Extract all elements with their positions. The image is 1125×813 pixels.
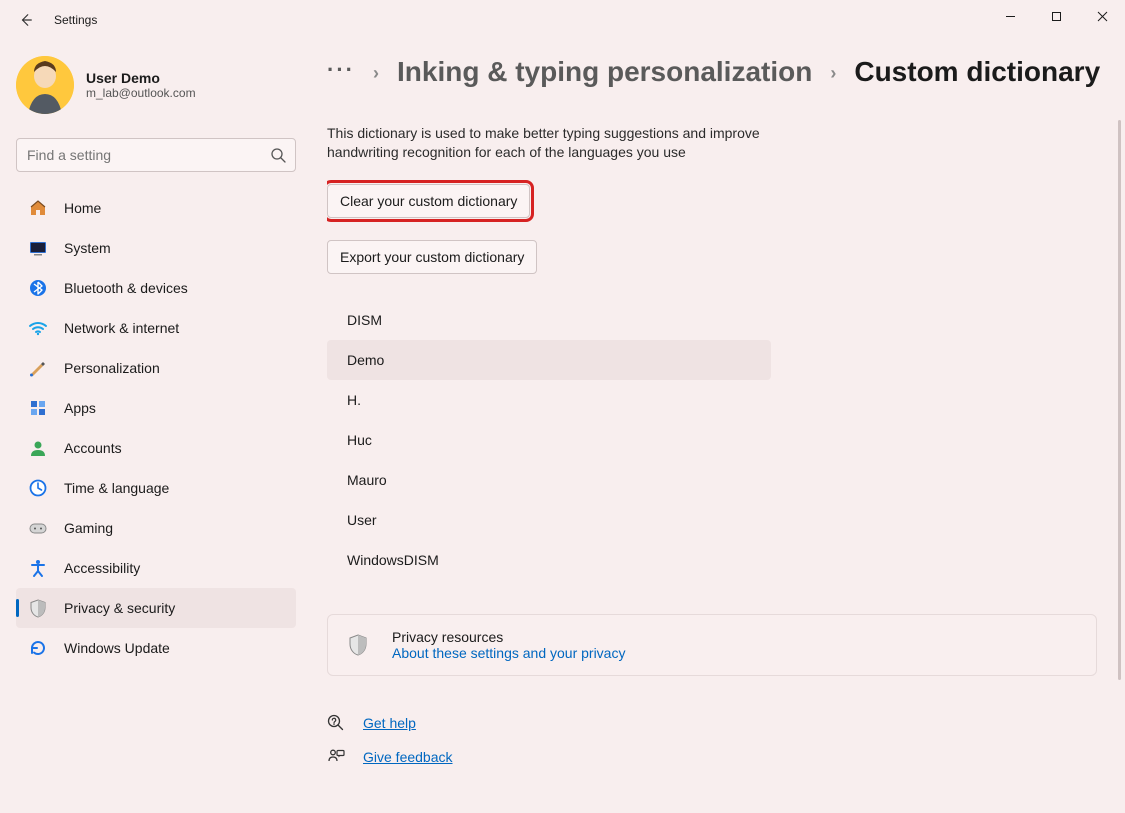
update-icon	[28, 638, 48, 658]
sidebar-item-home[interactable]: Home	[16, 188, 296, 228]
time-icon	[28, 478, 48, 498]
user-name: User Demo	[86, 70, 196, 86]
breadcrumb-parent[interactable]: Inking & typing personalization	[397, 56, 812, 88]
clear-dictionary-button[interactable]: Clear your custom dictionary	[327, 184, 530, 218]
page-description: This dictionary is used to make better t…	[327, 124, 767, 162]
bluetooth-icon	[28, 278, 48, 298]
system-icon	[28, 238, 48, 258]
sidebar: User Demo m_lab@outlook.com Home System Bl…	[16, 56, 296, 668]
close-button[interactable]	[1079, 0, 1125, 32]
feedback-icon	[327, 748, 345, 766]
sidebar-item-label: System	[64, 240, 111, 256]
get-help-link[interactable]: Get help	[327, 706, 1111, 740]
back-button[interactable]	[10, 4, 42, 36]
chevron-right-icon: ›	[830, 63, 836, 84]
give-feedback-link[interactable]: Give feedback	[327, 740, 1111, 774]
sidebar-item-bluetooth[interactable]: Bluetooth & devices	[16, 268, 296, 308]
sidebar-item-apps[interactable]: Apps	[16, 388, 296, 428]
give-feedback-label: Give feedback	[363, 749, 453, 765]
sidebar-item-label: Windows Update	[64, 640, 170, 656]
sidebar-item-label: Network & internet	[64, 320, 179, 336]
export-dictionary-button[interactable]: Export your custom dictionary	[327, 240, 537, 274]
chevron-right-icon: ›	[373, 63, 379, 84]
sidebar-item-label: Gaming	[64, 520, 113, 536]
sidebar-item-accessibility[interactable]: Accessibility	[16, 548, 296, 588]
sidebar-item-privacy[interactable]: Privacy & security	[16, 588, 296, 628]
page-title: Custom dictionary	[854, 56, 1100, 88]
dictionary-word[interactable]: Huc	[327, 420, 771, 460]
resources-title: Privacy resources	[392, 629, 625, 645]
sidebar-item-label: Personalization	[64, 360, 160, 376]
minimize-button[interactable]	[987, 0, 1033, 32]
avatar	[16, 56, 74, 114]
privacy-icon	[28, 598, 48, 618]
sidebar-item-accounts[interactable]: Accounts	[16, 428, 296, 468]
sidebar-item-update[interactable]: Windows Update	[16, 628, 296, 668]
network-icon	[28, 318, 48, 338]
back-arrow-icon	[19, 13, 33, 27]
dictionary-word[interactable]: Demo	[327, 340, 771, 380]
sidebar-item-label: Accessibility	[64, 560, 140, 576]
sidebar-item-personalization[interactable]: Personalization	[16, 348, 296, 388]
dictionary-word[interactable]: H.	[327, 380, 771, 420]
help-icon	[327, 714, 345, 732]
sidebar-item-system[interactable]: System	[16, 228, 296, 268]
settings-window: Settings User Demo m_lab@outlook.com	[0, 0, 1125, 813]
sidebar-item-label: Time & language	[64, 480, 169, 496]
search-icon	[270, 147, 286, 163]
shield-icon	[346, 633, 370, 657]
sidebar-item-time[interactable]: Time & language	[16, 468, 296, 508]
window-controls	[987, 0, 1125, 32]
sidebar-item-label: Apps	[64, 400, 96, 416]
scrollbar[interactable]	[1118, 120, 1121, 680]
accounts-icon	[28, 438, 48, 458]
sidebar-item-label: Privacy & security	[64, 600, 175, 616]
privacy-resources-card[interactable]: Privacy resources About these settings a…	[327, 614, 1097, 676]
breadcrumb: ··· › Inking & typing personalization › …	[327, 56, 1111, 88]
dictionary-word[interactable]: WindowsDISM	[327, 540, 771, 580]
breadcrumb-overflow[interactable]: ···	[327, 57, 355, 83]
sidebar-item-label: Home	[64, 200, 101, 216]
search-input[interactable]	[16, 138, 296, 172]
sidebar-item-gaming[interactable]: Gaming	[16, 508, 296, 548]
maximize-button[interactable]	[1033, 0, 1079, 32]
user-email: m_lab@outlook.com	[86, 86, 196, 100]
footer-links: Get help Give feedback	[327, 706, 1111, 774]
app-title: Settings	[54, 13, 97, 27]
resources-link[interactable]: About these settings and your privacy	[392, 645, 625, 661]
main-content: ··· › Inking & typing personalization › …	[327, 56, 1111, 813]
gaming-icon	[28, 518, 48, 538]
dictionary-word[interactable]: Mauro	[327, 460, 771, 500]
dictionary-list: DISMDemoH.HucMauroUserWindowsDISM	[327, 300, 771, 580]
sidebar-item-label: Accounts	[64, 440, 122, 456]
accessibility-icon	[28, 558, 48, 578]
sidebar-item-label: Bluetooth & devices	[64, 280, 188, 296]
apps-icon	[28, 398, 48, 418]
nav-list: Home System Bluetooth & devices Network & i…	[16, 188, 296, 668]
user-card[interactable]: User Demo m_lab@outlook.com	[16, 56, 296, 114]
personalization-icon	[28, 358, 48, 378]
search-wrap	[16, 138, 296, 172]
dictionary-word[interactable]: DISM	[327, 300, 771, 340]
dictionary-word[interactable]: User	[327, 500, 771, 540]
get-help-label: Get help	[363, 715, 416, 731]
home-icon	[28, 198, 48, 218]
titlebar: Settings	[0, 0, 1125, 40]
sidebar-item-network[interactable]: Network & internet	[16, 308, 296, 348]
